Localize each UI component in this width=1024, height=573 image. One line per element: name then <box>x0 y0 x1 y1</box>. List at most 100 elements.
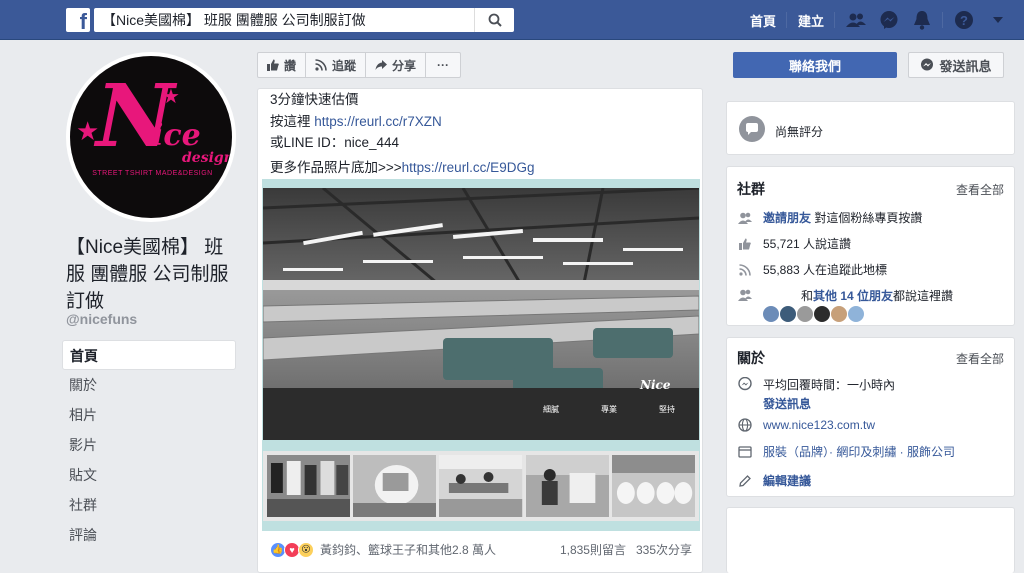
photo-caption: 專業 <box>601 404 617 414</box>
help-icon[interactable]: ? <box>953 9 975 31</box>
search-box <box>94 8 514 32</box>
avatar[interactable] <box>763 306 779 322</box>
post-link[interactable]: https://reurl.cc/r7XZN <box>314 114 442 129</box>
bell-icon[interactable] <box>911 9 933 31</box>
caret-down-icon[interactable] <box>987 9 1009 31</box>
post-text-prefix: 按這裡 <box>270 113 315 129</box>
suggest-edits-link[interactable]: 編輯建議 <box>763 472 811 489</box>
friends-icon[interactable] <box>845 9 867 31</box>
likes-count: 55,721 人說這讚 <box>763 237 852 251</box>
photo-thumbnail[interactable] <box>439 455 523 517</box>
community-see-all-link[interactable]: 查看全部 <box>956 181 1004 198</box>
send-message-label: 發送訊息 <box>939 58 992 74</box>
thumbs-up-icon <box>737 236 753 252</box>
photo-thumbnail[interactable] <box>525 455 609 517</box>
contact-us-button[interactable]: 聯絡我們 <box>733 52 897 78</box>
post-reaction-summary: 👍 ♥ 😮 黃鈞鈞、籃球王子和其他2.8 萬人 1,835則留言 335次分享 <box>270 541 692 558</box>
sidebar-item-home[interactable]: 首頁 <box>62 340 236 370</box>
sidebar-item-about[interactable]: 關於 <box>62 370 236 400</box>
about-see-all-link[interactable]: 查看全部 <box>956 350 1004 367</box>
pencil-icon <box>737 473 753 489</box>
website-link[interactable]: www.nice123.com.tw <box>763 418 875 432</box>
followers-row: 55,883 人在追蹤此地標 <box>737 261 887 278</box>
likes-row: 55,721 人說這讚 <box>737 235 851 252</box>
svg-text:?: ? <box>960 13 968 28</box>
avatar[interactable] <box>780 306 796 322</box>
star-icon: ★ <box>76 116 100 146</box>
nav-divider <box>786 12 787 28</box>
star-icon: ★ <box>162 86 180 108</box>
brand-logo: N ice design ★ ★ STREET TSHIRT MADE&DESI… <box>70 56 232 218</box>
about-title[interactable]: 關於 <box>737 348 765 368</box>
about-send-message-link[interactable]: 發送訊息 <box>763 395 895 412</box>
category-box-icon <box>737 444 753 460</box>
follow-button[interactable]: 追蹤 <box>306 53 367 77</box>
facebook-logo[interactable]: f <box>66 8 90 32</box>
other-friends-link[interactable]: 其他 14 位朋友 <box>813 289 893 303</box>
post-line: 或LINE ID：nice_444 <box>270 135 400 150</box>
messenger-icon[interactable] <box>878 9 900 31</box>
wow-reaction-icon: 😮 <box>298 541 314 558</box>
rating-text: 尚無評分 <box>775 125 824 139</box>
thumbs-up-icon <box>267 59 279 71</box>
invite-text-wrap: 邀請朋友 對這個粉絲專頁按讚 <box>763 209 922 226</box>
rss-icon <box>315 59 327 71</box>
sidebar-item-videos[interactable]: 影片 <box>62 430 236 460</box>
post-text-prefix: 更多作品照片底加>>> <box>270 159 402 175</box>
photo-thumbnail-strip <box>263 451 699 521</box>
factory-photo[interactable]: Nice 細膩 專業 堅持 <box>263 188 699 440</box>
nav-create-link[interactable]: 建立 <box>798 11 824 30</box>
page-handle[interactable]: @nicefuns <box>66 311 137 327</box>
community-title[interactable]: 社群 <box>737 179 765 199</box>
page-title[interactable]: 【Nice美國棉】 班服 團體服 公司制服訂做 <box>66 234 241 315</box>
friends-like-block: 和其他 14 位朋友都說這裡讚 <box>763 287 953 325</box>
photo-caption: 細膩 <box>543 404 559 414</box>
avatar[interactable] <box>831 306 847 322</box>
post-body: 3分鐘快速估價 按這裡 https://reurl.cc/r7XZN 或LINE… <box>270 89 534 178</box>
categories-row: 服裝（品牌）· 網印及刺繡 · 服飾公司 <box>737 443 955 460</box>
share-arrow-icon <box>375 60 388 70</box>
avatar[interactable] <box>848 306 864 322</box>
logo-subword: design <box>182 150 232 166</box>
comment-count[interactable]: 1,835則留言 <box>560 541 626 558</box>
share-label: 分享 <box>392 58 417 73</box>
photo-thumbnail[interactable] <box>267 455 351 517</box>
invite-friends-row: 邀請朋友 對這個粉絲專頁按讚 <box>737 209 922 226</box>
messenger-icon <box>921 58 934 71</box>
sidebar-item-photos[interactable]: 相片 <box>62 400 236 430</box>
avatar[interactable] <box>797 306 813 322</box>
more-options-button[interactable]: ··· <box>426 53 460 77</box>
profile-picture[interactable]: N ice design ★ ★ STREET TSHIRT MADE&DESI… <box>66 52 236 222</box>
friend-avatars <box>763 306 953 325</box>
rating-card: 尚無評分 <box>726 101 1015 155</box>
post-line: 按這裡 https://reurl.cc/r7XZN <box>270 111 534 133</box>
friends-prefix: 和 <box>801 289 814 303</box>
invite-friends-link[interactable]: 邀請朋友 <box>763 211 811 225</box>
post-line: 更多作品照片底加>>>https://reurl.cc/E9DGg <box>270 157 534 179</box>
search-input[interactable] <box>94 8 474 32</box>
post-link[interactable]: https://reurl.cc/E9DGg <box>402 160 535 175</box>
people-icon <box>737 287 753 303</box>
search-button[interactable] <box>474 8 514 32</box>
post-card: 3分鐘快速估價 按這裡 https://reurl.cc/r7XZN 或LINE… <box>257 88 703 573</box>
photo-thumbnail[interactable] <box>353 455 437 517</box>
logo-word: ice <box>152 118 201 153</box>
share-button[interactable]: 分享 <box>366 53 427 77</box>
share-count[interactable]: 335次分享 <box>636 541 692 558</box>
sidebar-item-posts[interactable]: 貼文 <box>62 460 236 490</box>
sidebar-item-community[interactable]: 社群 <box>62 490 236 520</box>
reactions-text[interactable]: 黃鈞鈞、籃球王子和其他2.8 萬人 <box>320 541 560 558</box>
photo-thumbnail[interactable] <box>611 455 696 517</box>
category-links[interactable]: 服裝（品牌）· 網印及刺繡 · 服飾公司 <box>763 443 955 460</box>
friends-like-row: 和其他 14 位朋友都說這裡讚 <box>737 287 953 325</box>
nav-home-link[interactable]: 首頁 <box>750 11 776 30</box>
sidebar-item-reviews[interactable]: 評論 <box>62 520 236 550</box>
like-button[interactable]: 讚 <box>258 53 307 77</box>
review-bubble-icon <box>739 116 765 142</box>
response-time-row: 平均回覆時間：一小時內 發送訊息 <box>737 376 895 412</box>
rss-icon <box>737 262 753 278</box>
nav-divider <box>942 12 943 28</box>
avatar[interactable] <box>814 306 830 322</box>
send-message-button[interactable]: 發送訊息 <box>908 52 1004 78</box>
logo-tagline: STREET TSHIRT MADE&DESIGN <box>92 170 213 177</box>
